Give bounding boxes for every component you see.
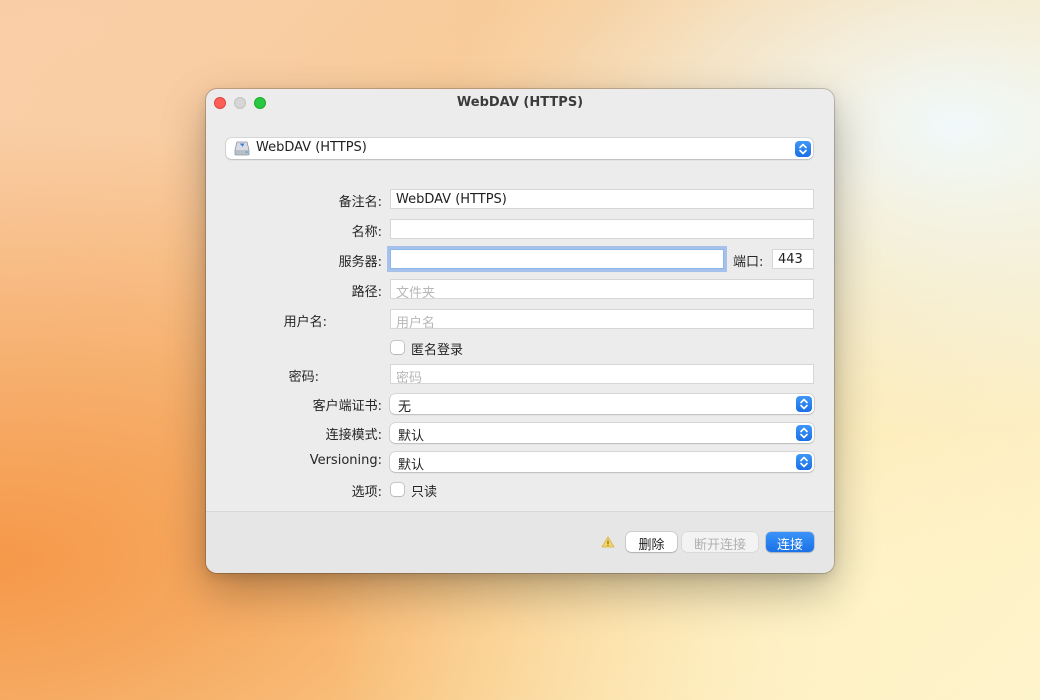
network-disk-icon [234,141,250,156]
server-label: 服务器: [338,255,382,270]
port-field[interactable]: 443 [772,249,814,269]
window-title: WebDAV (HTTPS) [456,95,584,110]
versioning-select[interactable]: 默认 [390,452,814,473]
disconnect-button: 断开连接 [682,532,758,553]
client-cert-value: 无 [398,400,412,415]
title-bar[interactable]: WebDAV (HTTPS) [206,89,834,117]
password-field[interactable]: 密码 [390,364,814,384]
username-field[interactable]: 用户名 [390,309,814,329]
chevron-up-down-icon [800,456,808,468]
delete-button[interactable]: 删除 [626,532,677,553]
password-label: 密码: [288,370,319,385]
client-cert-label: 客户端证书: [312,399,382,414]
protocol-select-stepper[interactable] [795,140,811,157]
name-field[interactable] [390,219,814,239]
footer-bar: 删除 断开连接 连接 [206,511,834,573]
connect-mode-stepper[interactable] [796,425,812,441]
client-cert-select[interactable]: 无 [390,394,814,415]
chevron-up-down-icon [800,427,808,439]
path-field[interactable]: 文件夹 [390,279,814,299]
connection-window: WebDAV (HTTPS) WebDAV (HTTPS) 备注名: WebDA… [206,89,834,573]
anonymous-login-label[interactable]: 匿名登录 [411,339,463,358]
path-label: 路径: [351,285,382,300]
port-label: 端口: [733,255,764,270]
chevron-up-down-icon [799,143,807,154]
connect-mode-label: 连接模式: [325,428,382,443]
nickname-label: 备注名: [338,195,382,210]
readonly-label[interactable]: 只读 [411,481,437,500]
username-label: 用户名: [283,315,327,330]
versioning-value: 默认 [398,458,425,473]
versioning-stepper[interactable] [796,454,812,470]
options-label: 选项: [351,485,382,500]
server-field[interactable] [390,249,724,269]
warning-icon [601,536,615,548]
protocol-select[interactable]: WebDAV (HTTPS) [226,138,813,159]
connect-button[interactable]: 连接 [766,532,814,553]
nickname-field[interactable]: WebDAV (HTTPS) [390,189,814,209]
connect-mode-select[interactable]: 默认 [390,423,814,444]
readonly-checkbox[interactable] [391,483,404,496]
connect-mode-value: 默认 [398,429,425,444]
chevron-up-down-icon [800,398,808,410]
versioning-label: Versioning: [309,453,382,468]
anonymous-login-checkbox[interactable] [391,341,404,354]
protocol-select-value: WebDAV (HTTPS) [256,140,367,155]
client-cert-stepper[interactable] [796,396,812,412]
name-label: 名称: [351,225,382,240]
